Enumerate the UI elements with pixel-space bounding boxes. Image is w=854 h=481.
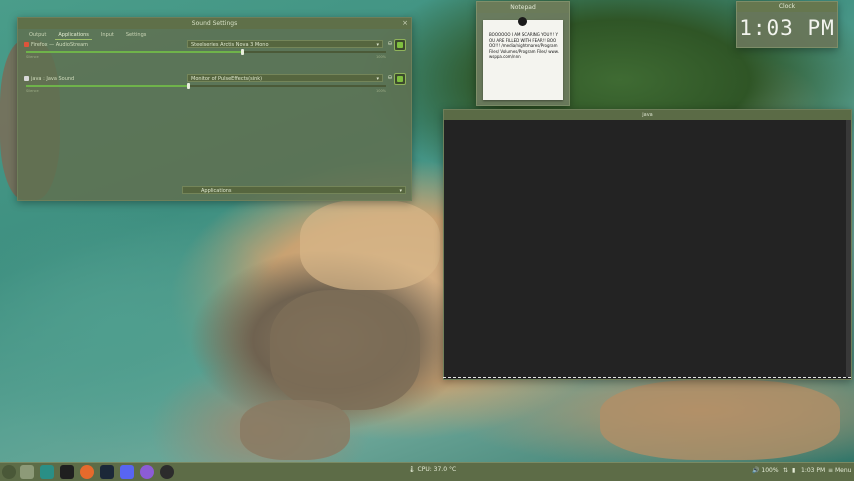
volume-slider[interactable] [26, 51, 386, 53]
widget-titlebar[interactable]: Notepad [477, 2, 569, 13]
tick-label: Silence [26, 89, 39, 93]
java-icon [24, 76, 29, 81]
battery-icon[interactable]: ▮ [792, 467, 795, 474]
discord-icon[interactable] [120, 465, 134, 479]
volume-ticks: Silence 100% [26, 55, 386, 59]
widget-title: Clock [778, 3, 796, 10]
volume-fill [26, 51, 242, 53]
widget-title: Notepad [510, 4, 536, 11]
widget-titlebar[interactable]: Clock [737, 2, 837, 12]
show-filter-select[interactable]: Applications ▾ [182, 186, 406, 194]
tick-label: Silence [26, 55, 39, 59]
output-device-value: Monitor of PulseEffects(sink) [191, 76, 263, 82]
cpu-temperature[interactable]: 🌡 CPU: 37.0 °C [408, 466, 456, 473]
output-device-select[interactable]: Monitor of PulseEffects(sink) ▾ [187, 74, 383, 82]
network-icon[interactable]: ⇅ [783, 467, 788, 474]
sound-settings-window[interactable]: Sound Settings × Output Applications Inp… [17, 17, 412, 201]
mute-toggle-button[interactable] [394, 39, 406, 51]
chevron-down-icon: ▾ [376, 76, 379, 82]
output-device-select[interactable]: Steelseries Arctis Nova 3 Mono ▾ [187, 40, 383, 48]
firefox-icon[interactable] [80, 465, 94, 479]
tick-label: 100% [375, 55, 386, 59]
taskbar-clock[interactable]: 1:03 PM [801, 467, 825, 474]
app-stream-strip: Firefox — AudioStream Steelseries Arctis… [22, 39, 408, 68]
window-titlebar[interactable]: java [444, 110, 851, 120]
rock-formation [270, 290, 420, 410]
window-title: java [642, 112, 653, 118]
pin-icon [518, 17, 527, 26]
app-stream-name: java : Java Sound [24, 76, 74, 82]
clock-widget[interactable]: Clock 1:03 PM [736, 1, 838, 48]
selection-edge [443, 377, 851, 378]
purple-app-icon[interactable] [140, 465, 154, 479]
files-icon[interactable] [20, 465, 34, 479]
app-stream-label: java : Java Sound [31, 76, 75, 82]
notepad-widget[interactable]: Notepad BOOOOOO I AM SCARING YOU!!! YOU … [476, 1, 570, 106]
lock-channels-icon[interactable]: ⊖ [386, 40, 394, 48]
java-window[interactable]: java [443, 109, 852, 380]
sand-beach [300, 200, 440, 290]
show-desktop-icon[interactable] [2, 465, 16, 479]
thermometer-icon: 🌡 [408, 466, 416, 473]
taskbar: 🌡 CPU: 37.0 °C 🔊 100% ⇅ ▮ 1:03 PM ≡ Menu [0, 462, 854, 481]
java-canvas[interactable] [444, 120, 846, 379]
volume-slider[interactable] [26, 85, 386, 87]
menu-button[interactable]: ≡ Menu [828, 467, 851, 474]
note-text[interactable]: BOOOOOO I AM SCARING YOU!!! YOU ARE FILL… [489, 32, 559, 60]
terminal-icon[interactable] [60, 465, 74, 479]
app-stream-name: Firefox — AudioStream [24, 42, 88, 48]
clock-time: 1:03 PM [739, 16, 835, 40]
menu-label: Menu [834, 467, 852, 474]
tab-applications[interactable]: Applications [55, 30, 92, 40]
close-icon[interactable]: × [401, 19, 409, 27]
app-stream-label: Firefox — AudioStream [31, 42, 89, 48]
volume-ticks: Silence 100% [26, 89, 386, 93]
window-title: Sound Settings [191, 20, 238, 27]
tab-input[interactable]: Input [98, 30, 117, 40]
show-filter-value: Applications [201, 188, 232, 194]
terminal-icon[interactable] [40, 465, 54, 479]
app-stream-strip: java : Java Sound Monitor of PulseEffect… [22, 73, 408, 102]
steam-icon[interactable] [100, 465, 114, 479]
sand-beach [600, 380, 840, 460]
volume-value: 100% [761, 467, 779, 474]
volume-fill [26, 85, 188, 87]
chevron-down-icon: ▾ [399, 188, 402, 194]
lock-channels-icon[interactable]: ⊖ [386, 74, 394, 82]
speaker-icon: 🔊 [752, 467, 760, 474]
window-titlebar[interactable]: Sound Settings × [18, 18, 411, 29]
rock-formation [240, 400, 350, 460]
cpu-temperature-value: CPU: 37.0 °C [417, 466, 457, 473]
volume-indicator[interactable]: 🔊 100% [752, 467, 779, 474]
obs-icon[interactable] [160, 465, 174, 479]
scrollbar[interactable] [846, 120, 851, 377]
tick-label: 100% [375, 89, 386, 93]
chevron-down-icon: ▾ [376, 42, 379, 48]
tab-output[interactable]: Output [26, 30, 49, 40]
mute-toggle-button[interactable] [394, 73, 406, 85]
menu-icon: ≡ [828, 467, 834, 474]
output-device-value: Steelseries Arctis Nova 3 Mono [191, 42, 269, 48]
tab-settings[interactable]: Settings [123, 30, 150, 40]
firefox-icon [24, 42, 29, 47]
